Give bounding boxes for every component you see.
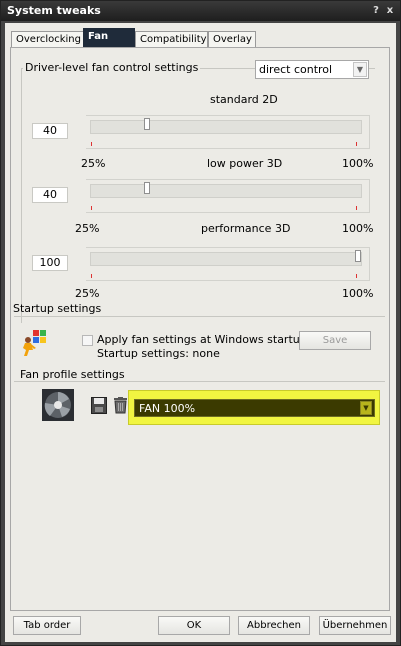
slider-max-label: 100% <box>342 222 374 235</box>
system-tweaks-window: System tweaks ? x Overclocking Fan Compa… <box>0 0 401 646</box>
close-button[interactable]: x <box>384 5 396 17</box>
slider-thumb[interactable] <box>355 250 361 262</box>
slider-tick <box>91 142 92 146</box>
standard-2d-value[interactable]: 40 <box>32 123 68 139</box>
performance-3d-slider[interactable] <box>86 247 370 281</box>
startup-group-divider <box>14 316 385 317</box>
low-power-3d-value[interactable]: 40 <box>32 187 68 203</box>
ok-button[interactable]: OK <box>158 616 230 635</box>
tab-compatibility[interactable]: Compatibility <box>135 31 208 47</box>
startup-group-title: Startup settings <box>13 302 102 315</box>
apply-at-startup-checkbox[interactable] <box>82 335 93 346</box>
slider-title-low-power-3d: low power 3D <box>207 157 283 170</box>
chevron-down-icon[interactable]: ▼ <box>353 62 367 77</box>
apply-at-startup-label[interactable]: Apply fan settings at Windows startup <box>97 333 307 346</box>
dialog-client-area: Overclocking Fan Compatibility Overlay D… <box>5 23 396 642</box>
profile-group-title: Fan profile settings <box>20 368 125 381</box>
fan-control-mode-dropdown[interactable]: direct control ▼ <box>255 60 369 79</box>
save-startup-button[interactable]: Save <box>299 331 371 350</box>
title-bar[interactable]: System tweaks ? x <box>1 1 400 21</box>
cancel-button[interactable]: Abbrechen <box>238 616 310 635</box>
slider-track <box>90 184 362 198</box>
slider-thumb[interactable] <box>143 118 150 130</box>
tab-fan[interactable]: Fan <box>83 28 135 48</box>
slider-max-label: 100% <box>342 157 374 170</box>
slider-min-label: 25% <box>75 222 100 235</box>
slider-min-label: 25% <box>81 157 106 170</box>
performance-3d-value[interactable]: 100 <box>32 255 68 271</box>
window-title: System tweaks <box>7 4 101 17</box>
slider-max-label: 100% <box>342 287 374 300</box>
fan-profile-value: FAN 100% <box>139 402 196 415</box>
tab-overlay[interactable]: Overlay <box>208 31 256 47</box>
fan-control-mode-value: direct control <box>259 63 333 76</box>
help-button[interactable]: ? <box>370 5 382 17</box>
apply-button[interactable]: Übernehmen <box>319 616 391 635</box>
slider-tick <box>356 142 357 146</box>
slider-thumb[interactable] <box>143 182 150 194</box>
slider-tick <box>91 274 92 278</box>
slider-min-label: 25% <box>75 287 100 300</box>
slider-title-standard-2d: standard 2D <box>210 93 278 106</box>
slider-track <box>90 120 362 134</box>
startup-status-text: Startup settings: none <box>97 347 220 360</box>
slider-tick <box>91 206 92 210</box>
profile-group-divider <box>14 381 385 382</box>
trash-icon[interactable] <box>113 397 128 414</box>
chevron-down-icon[interactable]: ▼ <box>360 401 372 415</box>
windows-logo-icon <box>21 328 49 358</box>
fan-tab-panel: Driver-level fan control settings direct… <box>10 47 390 611</box>
fan-icon <box>42 389 74 421</box>
fan-control-group-title: Driver-level fan control settings <box>23 61 201 74</box>
slider-tick <box>356 206 357 210</box>
fan-profile-dropdown[interactable]: FAN 100% ▼ <box>134 399 375 417</box>
tab-order-button[interactable]: Tab order <box>13 616 81 635</box>
save-disk-icon[interactable] <box>91 397 107 414</box>
slider-title-performance-3d: performance 3D <box>201 222 291 235</box>
standard-2d-slider[interactable] <box>86 115 370 149</box>
low-power-3d-slider[interactable] <box>86 179 370 213</box>
slider-track <box>90 252 362 266</box>
slider-tick <box>356 274 357 278</box>
tab-overclocking[interactable]: Overclocking <box>11 31 85 47</box>
